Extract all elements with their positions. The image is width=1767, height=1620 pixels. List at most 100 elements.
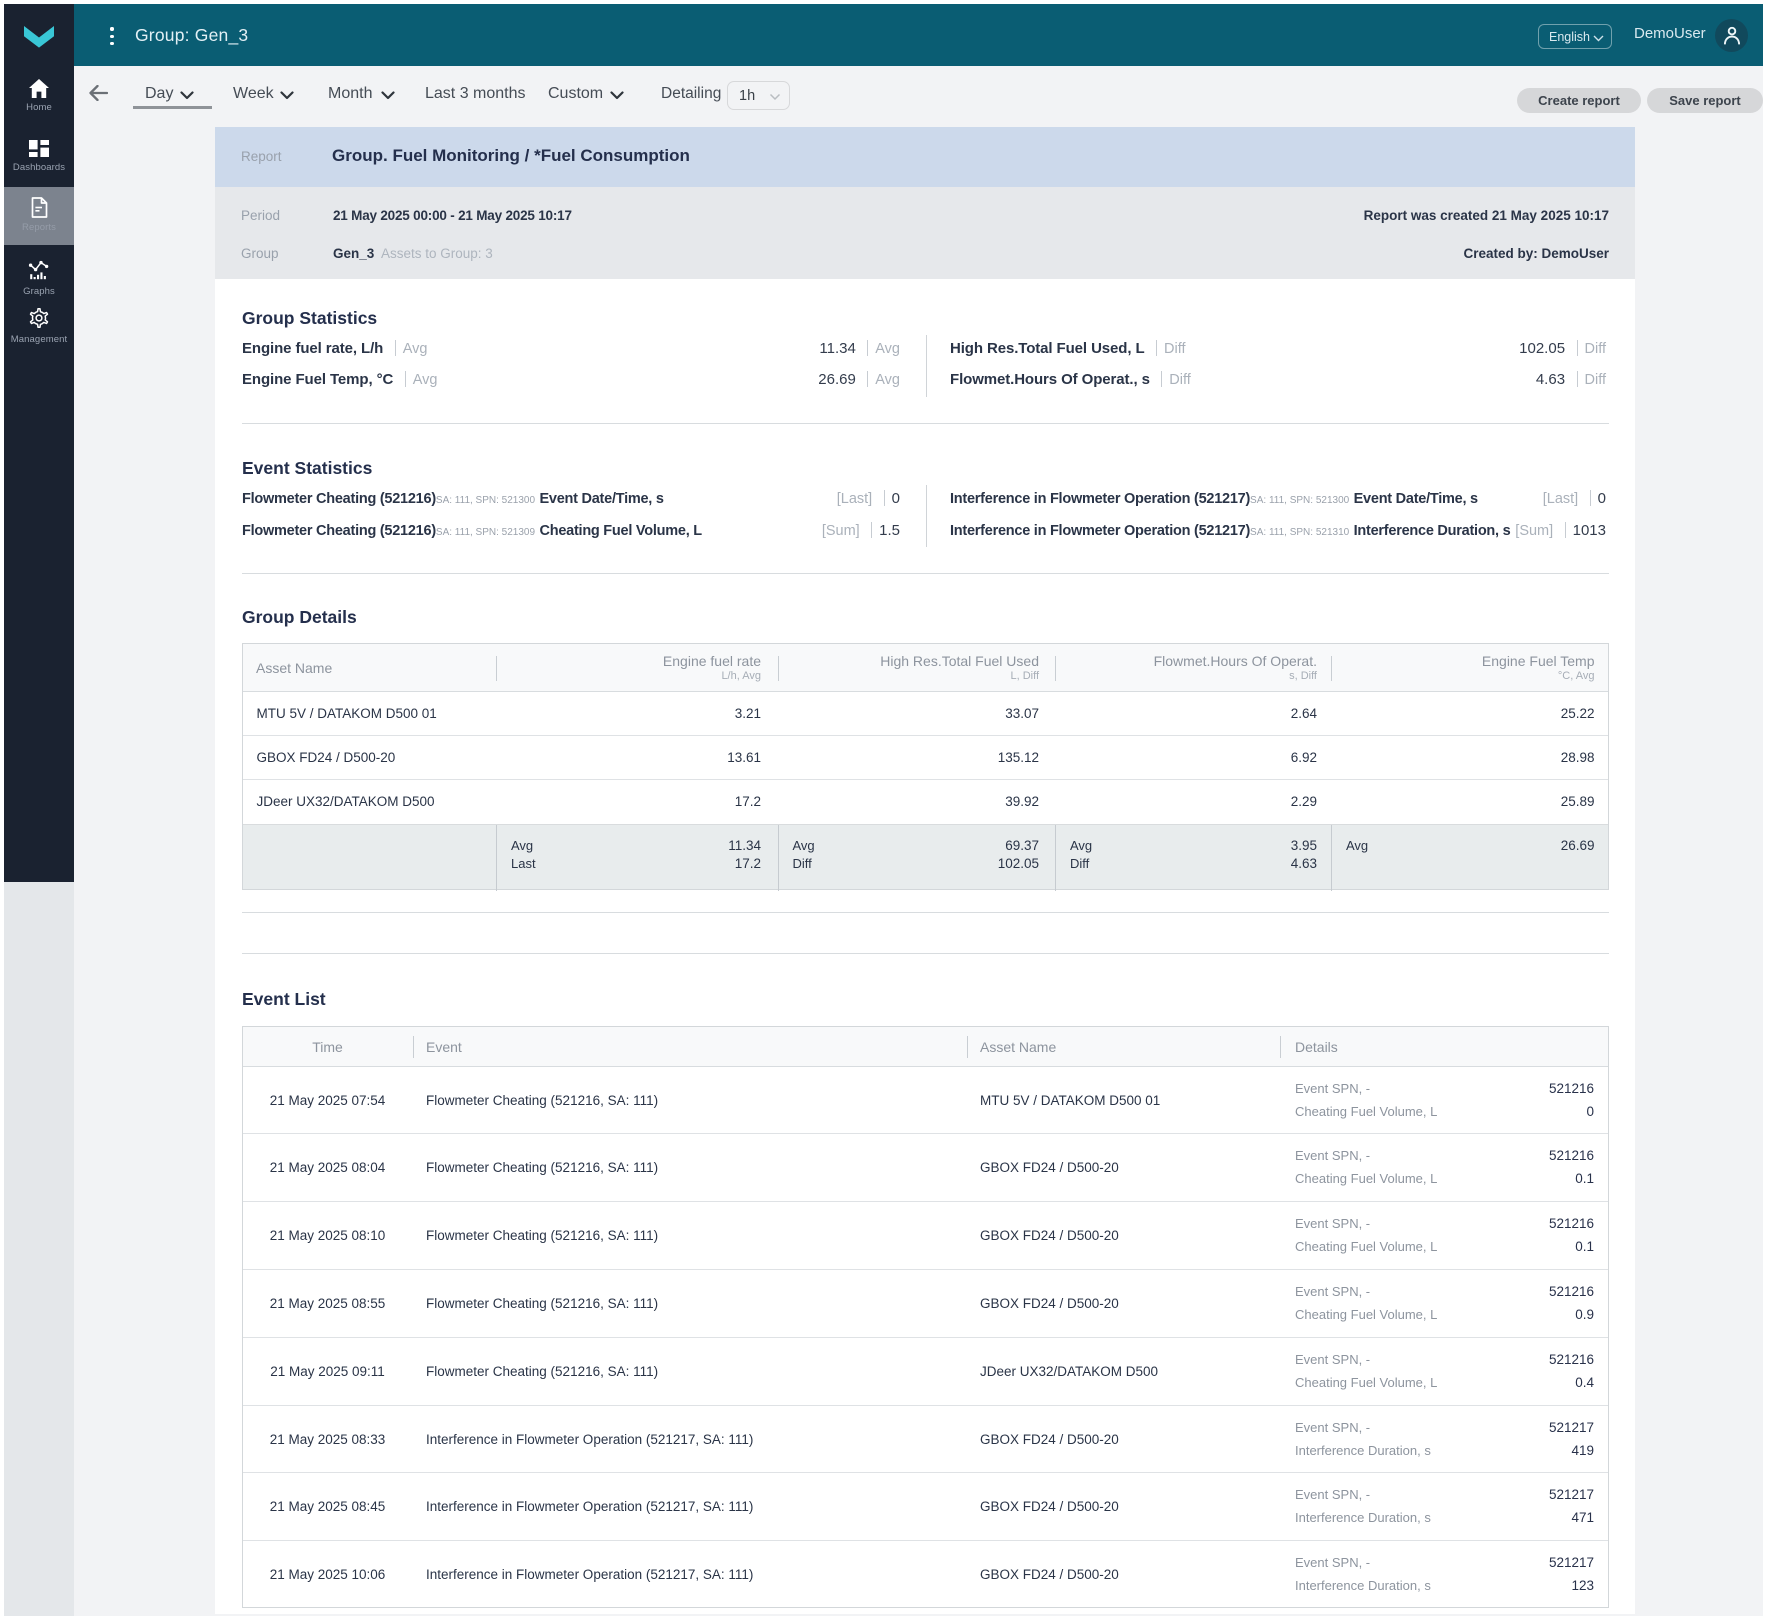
create-report-button[interactable]: Create report — [1517, 88, 1641, 113]
cell-event: Flowmeter Cheating (521216, SA: 111) — [426, 1160, 658, 1175]
event-row[interactable]: 21 May 2025 07:54 Flowmeter Cheating (52… — [243, 1067, 1608, 1135]
stat-value-agg: Avg — [875, 341, 900, 357]
chevron-down-icon — [769, 93, 781, 101]
chevron-down-icon — [280, 91, 294, 100]
cell-value: 3.21 — [735, 706, 761, 721]
event-stat-name: Interference in Flowmeter Operation (521… — [950, 491, 1250, 507]
tab-week[interactable]: Week — [233, 85, 274, 103]
tab-month[interactable]: Month — [328, 85, 372, 103]
cell-asset-name: MTU 5V / DATAKOM D500 01 — [257, 706, 437, 721]
event-stat-meta: SA: 111, SPN: 521309 — [436, 527, 535, 538]
report-page: Report Group. Fuel Monitoring / *Fuel Co… — [215, 127, 1635, 1614]
event-row[interactable]: 21 May 2025 08:45 Interference in Flowme… — [243, 1473, 1608, 1541]
detail-value: 0.9 — [1294, 1307, 1594, 1322]
cell-time: 21 May 2025 07:54 — [243, 1093, 412, 1108]
app-logo-chevron-icon[interactable] — [24, 26, 54, 48]
event-stat-row: Flowmeter Cheating (521216)SA: 111, SPN:… — [242, 522, 702, 540]
column-header: Engine fuel rate — [663, 653, 761, 669]
pipe-separator — [867, 371, 868, 387]
event-stat-param: Interference Duration, s — [1354, 523, 1511, 539]
avatar[interactable] — [1715, 19, 1748, 52]
sidebar: Home Dashboards — [4, 4, 74, 882]
table-row[interactable]: MTU 5V / DATAKOM D500 01 3.21 33.07 2.64… — [243, 692, 1608, 736]
detail-value: 521216 — [1294, 1216, 1594, 1231]
detail-value: 521217 — [1294, 1555, 1594, 1570]
summary-value: 4.63 — [1291, 856, 1317, 871]
summary-agg-label: Avg — [1346, 838, 1368, 853]
save-report-button[interactable]: Save report — [1647, 88, 1763, 113]
group-details-title: Group Details — [242, 607, 357, 628]
column-separator — [778, 825, 779, 891]
event-stat-meta: SA: 111, SPN: 521300 — [1250, 495, 1349, 506]
cell-event: Flowmeter Cheating (521216, SA: 111) — [426, 1228, 658, 1243]
summary-value: 26.69 — [1561, 838, 1595, 853]
pipe-separator — [884, 490, 885, 506]
cell-time: 21 May 2025 08:04 — [243, 1160, 412, 1175]
detail-value: 123 — [1294, 1578, 1594, 1593]
event-stat-meta: SA: 111, SPN: 521310 — [1250, 527, 1349, 538]
column-header: Flowmet.Hours Of Operat. — [1154, 653, 1317, 669]
column-header-sub: L/h, Avg — [721, 670, 761, 682]
stat-row: High Res.Total Fuel Used, L Diff — [950, 340, 1186, 358]
table-row[interactable]: JDeer UX32/DATAKOM D500 17.2 39.92 2.29 … — [243, 780, 1608, 824]
detailing-select[interactable]: 1h — [727, 81, 790, 110]
report-created-text: Report was created 21 May 2025 10:17 — [1364, 208, 1609, 223]
cell-asset-name: JDeer UX32/DATAKOM D500 — [257, 794, 435, 809]
pipe-separator — [1577, 340, 1578, 356]
back-arrow-button[interactable] — [89, 85, 108, 101]
pipe-separator — [1161, 371, 1162, 387]
stat-row: Flowmet.Hours Of Operat., s Diff — [950, 371, 1191, 389]
sidebar-item-dashboards[interactable]: Dashboards — [4, 130, 74, 188]
sidebar-item-home[interactable]: Home — [4, 70, 74, 128]
language-select[interactable]: English — [1538, 24, 1612, 49]
sidebar-item-reports[interactable]: Reports — [4, 187, 74, 246]
stat-agg: Diff — [1169, 372, 1191, 388]
event-row[interactable]: 21 May 2025 08:55 Flowmeter Cheating (52… — [243, 1270, 1608, 1338]
sidebar-item-label: Dashboards — [4, 162, 74, 173]
event-statistics-title: Event Statistics — [242, 458, 372, 479]
stat-value-number: 102.05 — [1519, 340, 1565, 357]
event-row[interactable]: 21 May 2025 09:11 Flowmeter Cheating (52… — [243, 1338, 1608, 1406]
section-divider — [242, 912, 1609, 913]
event-row[interactable]: 21 May 2025 08:33 Interference in Flowme… — [243, 1406, 1608, 1474]
stat-agg: Avg — [413, 372, 438, 388]
cell-asset-name: GBOX FD24 / D500-20 — [980, 1160, 1119, 1175]
stat-value-number: 4.63 — [1536, 371, 1565, 388]
summary-value: 102.05 — [998, 856, 1039, 871]
cell-event: Flowmeter Cheating (521216, SA: 111) — [426, 1093, 658, 1108]
stat-value: 4.63 Diff — [1536, 371, 1606, 389]
group-details-table: Asset Name Engine fuel rate L/h, Avg Hig… — [242, 643, 1609, 890]
summary-value: 69.37 — [1005, 838, 1039, 853]
table-row[interactable]: GBOX FD24 / D500-20 13.61 135.12 6.92 28… — [243, 736, 1608, 780]
tab-custom[interactable]: Custom — [548, 85, 603, 103]
cell-event: Flowmeter Cheating (521216, SA: 111) — [426, 1296, 658, 1311]
kebab-menu-icon[interactable] — [110, 27, 114, 47]
event-stat-agg: [Last] — [837, 491, 872, 507]
event-stat-param: Cheating Fuel Volume, L — [540, 523, 702, 539]
event-row[interactable]: 21 May 2025 08:04 Flowmeter Cheating (52… — [243, 1134, 1608, 1202]
tab-last-3-months[interactable]: Last 3 months — [425, 85, 526, 103]
section-divider — [242, 423, 1609, 424]
column-separator — [1055, 656, 1056, 681]
stat-row: Engine Fuel Temp, °C Avg — [242, 371, 437, 389]
event-row[interactable]: 21 May 2025 08:10 Flowmeter Cheating (52… — [243, 1202, 1608, 1270]
stat-value-agg: Diff — [1585, 372, 1607, 388]
column-separator — [496, 656, 497, 681]
event-stat-name: Flowmeter Cheating (521216) — [242, 523, 436, 539]
sidebar-item-management[interactable]: Management — [4, 299, 74, 357]
cell-time: 21 May 2025 08:33 — [243, 1432, 412, 1447]
column-separator — [1331, 825, 1332, 891]
stat-name: High Res.Total Fuel Used, L — [950, 340, 1145, 357]
column-separator — [496, 825, 497, 891]
cell-value: 25.22 — [1561, 706, 1595, 721]
column-header: Time — [243, 1039, 412, 1055]
cell-value: 6.92 — [1291, 750, 1317, 765]
chevron-down-icon — [381, 91, 395, 100]
stat-value: 11.34 Avg — [819, 340, 900, 358]
sidebar-item-graphs[interactable]: Graphs — [4, 248, 74, 306]
event-row[interactable]: 21 May 2025 10:06 Interference in Flowme… — [243, 1541, 1608, 1608]
cell-asset-name: GBOX FD24 / D500-20 — [980, 1567, 1119, 1582]
report-title-band: Report Group. Fuel Monitoring / *Fuel Co… — [215, 127, 1635, 187]
user-name[interactable]: DemoUser — [1634, 25, 1702, 42]
tab-day[interactable]: Day — [145, 85, 173, 103]
